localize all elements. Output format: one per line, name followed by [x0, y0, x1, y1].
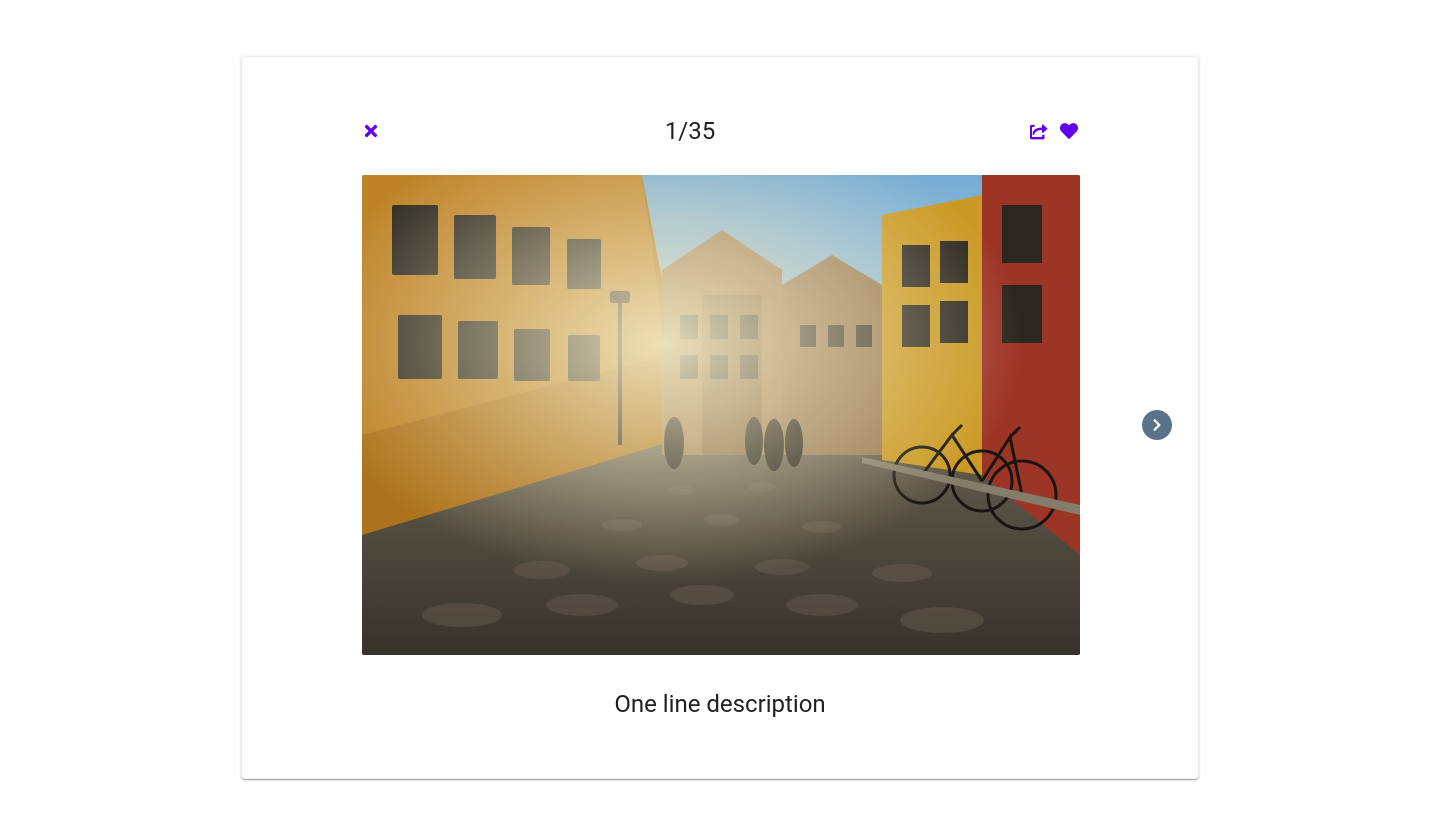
gallery-header: 1/35 [362, 117, 1078, 145]
chevron-right-icon [1150, 418, 1164, 432]
favorite-button[interactable] [1060, 122, 1078, 140]
header-right [1030, 122, 1078, 140]
gallery-image [362, 175, 1080, 655]
street-photo-placeholder [362, 175, 1080, 655]
next-button[interactable] [1142, 410, 1172, 440]
share-button[interactable] [1030, 122, 1048, 140]
gallery-caption: One line description [362, 690, 1078, 718]
gallery-card: 1/35 [241, 56, 1199, 779]
gallery-counter: 1/35 [350, 117, 1030, 145]
share-icon [1030, 122, 1048, 140]
heart-icon [1060, 122, 1078, 140]
